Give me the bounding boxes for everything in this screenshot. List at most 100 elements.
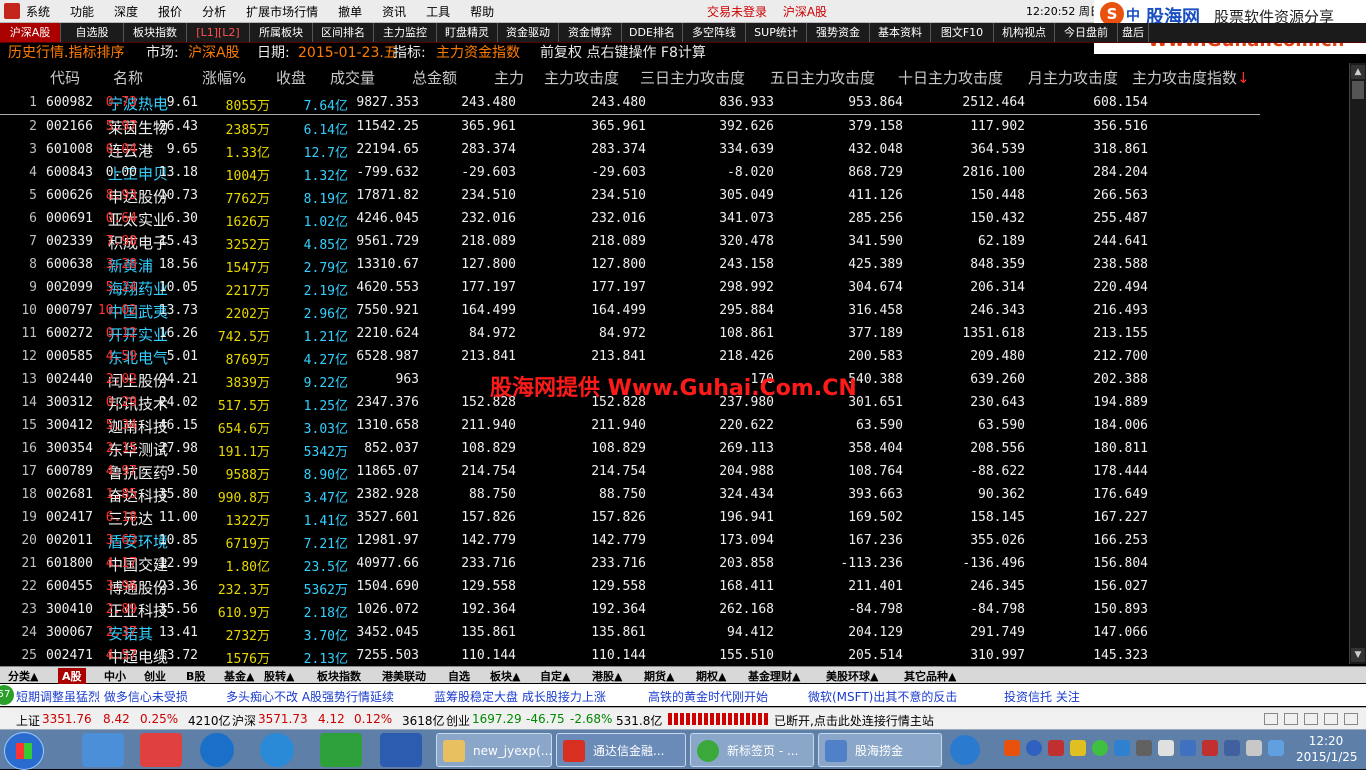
cy-value[interactable]: 1697.29 xyxy=(472,712,522,726)
mute-icon[interactable] xyxy=(1202,740,1218,756)
col-code[interactable]: 代码 xyxy=(50,67,80,88)
news-count-badge[interactable]: 57 xyxy=(0,685,14,705)
table-row[interactable]: 24 300067 安诺其 2.37 13.41 2732万 3.70亿 3452.045 13… xyxy=(0,621,1260,644)
monitor-icon[interactable] xyxy=(1180,740,1196,756)
shield-icon[interactable] xyxy=(1048,740,1064,756)
table-row[interactable]: 22 600455 博通股份 3.96 23.36 232.3万 5362万 1504.690… xyxy=(0,575,1260,598)
table-row[interactable]: 17 600789 鲁抗医药 4.97 9.50 9588万 8.90亿 11865.07 21… xyxy=(0,460,1260,483)
mkt-tab-custom[interactable]: 自定▲ xyxy=(540,668,570,684)
s-app-icon[interactable] xyxy=(260,733,294,767)
close-icon[interactable] xyxy=(1344,713,1358,725)
mkt-tab-sme[interactable]: 中小 xyxy=(104,668,126,684)
antivirus-icon[interactable] xyxy=(1224,740,1240,756)
mkt-tab-options[interactable]: 期权▲ xyxy=(696,668,726,684)
sh-value[interactable]: 3351.76 xyxy=(42,712,92,726)
col-amount[interactable]: 总金额 xyxy=(412,67,457,88)
word-icon[interactable] xyxy=(380,733,422,767)
col-name[interactable]: 名称 xyxy=(113,67,143,88)
table-row[interactable]: 3 601008 连云港 6.04 9.65 1.33亿 12.7亿 22194.65 283.… xyxy=(0,138,1260,161)
tab-basic-info[interactable]: 基本资料 xyxy=(870,23,931,42)
message-icon[interactable] xyxy=(1304,713,1318,725)
mkt-tab-neeq[interactable]: 股转▲ xyxy=(264,668,294,684)
table-row[interactable]: 11 600272 开开实业 0.12 16.26 742.5万 1.21亿 2210.624… xyxy=(0,322,1260,345)
keyboard-icon[interactable] xyxy=(1246,740,1262,756)
network-icon[interactable] xyxy=(1114,740,1130,756)
table-row[interactable]: 4 600843 上工申贝 0.00 13.18 1004万 1.32亿 -799.632 -2… xyxy=(0,161,1260,184)
menu-analysis[interactable]: 分析 xyxy=(202,3,226,20)
mkt-tab-fund-mgmt[interactable]: 基金理财▲ xyxy=(748,668,800,684)
tab-sup-stats[interactable]: SUP统计 xyxy=(746,23,807,42)
table-row[interactable]: 10 000797 中国武夷 10.02 13.73 2202万 2.96亿 7550.921… xyxy=(0,299,1260,322)
tab-bull-bear[interactable]: 多空阵线 xyxy=(683,23,746,42)
tab-fund-drive[interactable]: 资金驱动 xyxy=(498,23,559,42)
menu-quote[interactable]: 报价 xyxy=(158,3,182,20)
col-close[interactable]: 收盘 xyxy=(276,67,306,88)
news-item[interactable]: 投资信托 关注 xyxy=(1004,688,1080,705)
task-guhai[interactable]: 股海捞金 xyxy=(818,733,942,767)
mkt-tab-watchlist[interactable]: 自选 xyxy=(448,668,470,684)
mail-icon[interactable] xyxy=(1284,713,1298,725)
table-row[interactable]: 2 002166 莱茵生物 5.97 26.43 2385万 6.14亿 11542.25 36… xyxy=(0,115,1260,138)
lock-icon[interactable] xyxy=(1070,740,1086,756)
tab-hs-a[interactable]: 沪深A股 xyxy=(0,23,61,42)
col-attack-month[interactable]: 月主力攻击度 xyxy=(1028,67,1118,88)
tab-sector-index[interactable]: 板块指数 xyxy=(124,23,187,42)
table-row[interactable]: 19 002417 三元达 6.18 11.00 1322万 1.41亿 3527.601 15… xyxy=(0,506,1260,529)
menu-info[interactable]: 资讯 xyxy=(382,3,406,20)
menu-tools[interactable]: 工具 xyxy=(426,3,450,20)
task-tdx[interactable]: 通达信金融... xyxy=(556,733,686,767)
table-row[interactable]: 25 002471 中超电缆 4.57 13.72 1576万 2.13亿 7255.503 1… xyxy=(0,644,1260,667)
tab-f10[interactable]: 图文F10 xyxy=(931,23,994,42)
tab-dde-rank[interactable]: DDE排名 xyxy=(622,23,683,42)
table-row[interactable]: 6 000691 亚太实业 0.64 6.30 1626万 1.02亿 4246.045 232… xyxy=(0,207,1260,230)
table-row[interactable]: 5 600626 申达股份 8.93 10.73 7762万 8.19亿 17871.82 23… xyxy=(0,184,1260,207)
col-change[interactable]: 涨幅% xyxy=(202,67,246,88)
browser-360-icon[interactable] xyxy=(140,733,182,767)
table-row[interactable]: 18 002681 奋达科技 1.85 35.80 990.8万 3.47亿 2382.928… xyxy=(0,483,1260,506)
mkt-tab-gem[interactable]: 创业 xyxy=(144,668,166,684)
system-clock[interactable]: 12:20 2015/1/25 xyxy=(1296,733,1358,765)
tab-inst-view[interactable]: 机构视点 xyxy=(994,23,1055,42)
menu-cancel-order[interactable]: 撤单 xyxy=(338,3,362,20)
wechat-icon[interactable] xyxy=(320,733,362,767)
start-button[interactable] xyxy=(4,732,44,770)
col-attack-10d[interactable]: 十日主力攻击度 xyxy=(898,67,1003,88)
connection-status[interactable]: 已断开,点击此处连接行情主站 xyxy=(774,712,934,729)
tab-watchlist[interactable]: 自选股 xyxy=(61,23,124,42)
news-item[interactable]: 短期调整虽猛烈 做多信心未受损 xyxy=(16,688,188,705)
task-browser[interactable]: 新标签页 - ... xyxy=(690,733,814,767)
news-item[interactable]: 蓝筹股稳定大盘 成长股接力上涨 xyxy=(434,688,606,705)
menu-ext-market[interactable]: 扩展市场行情 xyxy=(246,3,318,20)
news-item[interactable]: 多头痴心不改 A股强势行情延续 xyxy=(226,688,394,705)
menu-system[interactable]: 系统 xyxy=(26,3,50,20)
scroll-thumb[interactable] xyxy=(1352,81,1364,99)
tab-pre-market[interactable]: 今日盘前 xyxy=(1055,23,1118,42)
mkt-tab-hk[interactable]: 港股▲ xyxy=(592,668,622,684)
volume-icon[interactable] xyxy=(1268,740,1284,756)
mkt-tab-a[interactable]: A股 xyxy=(58,668,86,684)
triangle-down-icon[interactable]: ▼ xyxy=(1351,648,1365,662)
flag-icon[interactable] xyxy=(1158,740,1174,756)
menu-help[interactable]: 帮助 xyxy=(470,3,494,20)
mkt-tab-fund[interactable]: 基金▲ xyxy=(224,668,254,684)
table-row[interactable]: 15 300412 迦南科技 5.34 46.15 654.6万 3.03亿 1310.658… xyxy=(0,414,1260,437)
col-attack-5d[interactable]: 五日主力攻击度 xyxy=(770,67,875,88)
table-row[interactable]: 16 300354 东华测试 2.15 27.98 191.1万 5342万 852.037 1… xyxy=(0,437,1260,460)
menu-function[interactable]: 功能 xyxy=(70,3,94,20)
tab-own-sector[interactable]: 所属板块 xyxy=(250,23,313,42)
tab-watch-spirit[interactable]: 盯盘精灵 xyxy=(437,23,498,42)
help-icon[interactable] xyxy=(1026,740,1042,756)
table-row[interactable]: 12 000585 东北电气 4.59 5.01 8769万 4.27亿 6528.987 21… xyxy=(0,345,1260,368)
network-app-icon[interactable] xyxy=(950,735,980,765)
mkt-tab-global[interactable]: 美股环球▲ xyxy=(826,668,878,684)
col-attack-3d[interactable]: 三日主力攻击度 xyxy=(640,67,745,88)
mkt-tab-category[interactable]: 分类▲ xyxy=(8,668,38,684)
menu-depth[interactable]: 深度 xyxy=(114,3,138,20)
table-row[interactable]: 8 600638 新黄浦 3.28 18.56 1547万 2.79亿 13310.67 127… xyxy=(0,253,1260,276)
sogou-icon[interactable] xyxy=(1004,740,1020,756)
table-row[interactable]: 7 002339 积成电子 7.98 15.43 3252万 4.85亿 9561.729 21… xyxy=(0,230,1260,253)
minimize-icon[interactable] xyxy=(1264,713,1278,725)
table-row[interactable]: 21 601800 中国交建 4.17 12.99 1.80亿 23.5亿 40977.66 2… xyxy=(0,552,1260,575)
table-row[interactable]: 20 002011 盾安环境 3.63 10.85 6719万 7.21亿 12981.97 1… xyxy=(0,529,1260,552)
clipboard-icon[interactable] xyxy=(1136,740,1152,756)
